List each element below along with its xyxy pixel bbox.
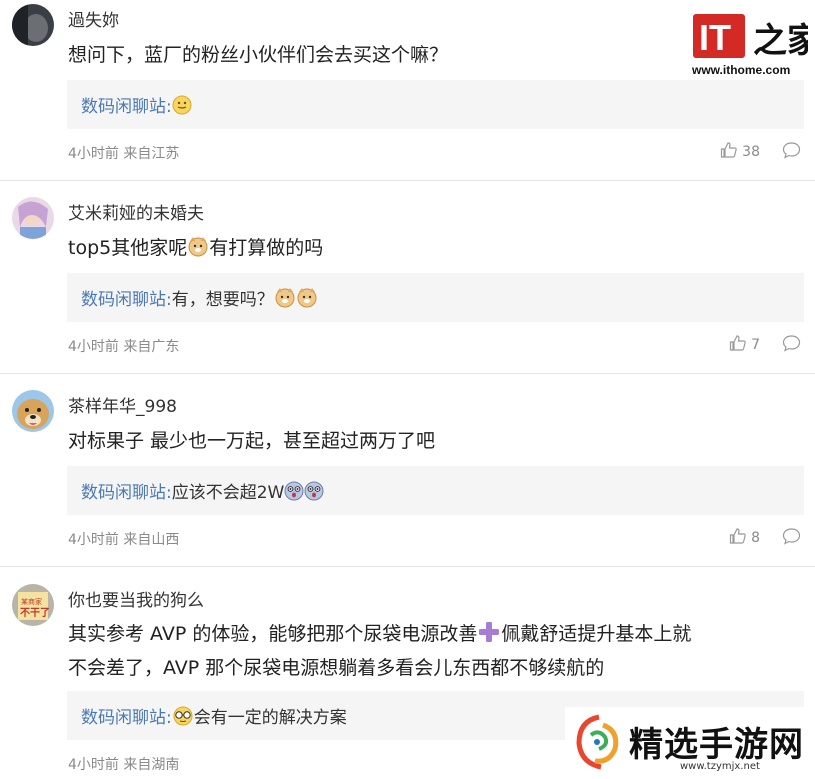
shocked-emoji bbox=[304, 481, 324, 506]
reply-author[interactable]: 数码闲聊站: bbox=[81, 290, 172, 310]
comment-text: 对标果子 最少也一万起，甚至超过两万了吧 bbox=[68, 430, 436, 452]
reply-content: 应该不会超2W bbox=[171, 483, 285, 503]
like-count: 7 bbox=[751, 337, 760, 353]
like-button[interactable]: 38 bbox=[720, 141, 760, 163]
reply-box: 数码闲聊站:应该不会超2W bbox=[67, 466, 804, 515]
reply-author[interactable]: 数码闲聊站: bbox=[81, 483, 172, 503]
reply-text: 数码闲聊站:有，想要吗？ bbox=[81, 285, 318, 313]
thumbs-up-icon bbox=[729, 527, 751, 549]
comment-time: 4小时前 bbox=[68, 532, 119, 548]
comment-text: top5其他家呢 有打算做的吗 bbox=[68, 233, 798, 267]
comment-meta: 4小时前 来自山西 bbox=[68, 529, 179, 549]
like-count: 8 bbox=[751, 530, 760, 546]
comment-text-part: 不会差了，AVP 那个尿袋电源想躺着多看会儿东西都不够续航的 bbox=[68, 657, 605, 679]
reply-author[interactable]: 数码闲聊站: bbox=[81, 97, 172, 117]
reply-button[interactable] bbox=[782, 527, 801, 549]
comment-text-part: 有打算做的吗 bbox=[209, 237, 324, 259]
smile-emoji bbox=[172, 95, 192, 120]
reply-button[interactable] bbox=[782, 141, 801, 163]
username[interactable]: 你也要当我的狗么 bbox=[68, 586, 204, 611]
reply-box: 数码闲聊站: bbox=[67, 80, 804, 129]
reply-text: 数码闲聊站:应该不会超2W bbox=[81, 478, 324, 506]
avatar[interactable] bbox=[12, 4, 54, 46]
comment-location: 来自湖南 bbox=[123, 757, 180, 773]
thumbs-up-icon bbox=[729, 334, 751, 356]
comment-text: 其实参考 AVP 的体验，能够把那个尿袋电源改善 佩戴舒适提升基本上就 不会差了，… bbox=[68, 619, 798, 684]
username[interactable]: 艾米莉娅的未婚夫 bbox=[68, 199, 204, 224]
comment-text-part: 其实参考 AVP 的体验，能够把那个尿袋电源改善 bbox=[68, 623, 478, 645]
swirl-logo-icon bbox=[569, 711, 627, 779]
site-title: 精选手游网 bbox=[629, 725, 804, 765]
svg-text:不干了: 不干了 bbox=[20, 607, 50, 619]
avatar[interactable] bbox=[12, 390, 54, 432]
comment-text-part: top5其他家呢 bbox=[68, 237, 188, 259]
plus-emoji bbox=[477, 621, 501, 653]
comment-time: 4小时前 bbox=[68, 757, 119, 773]
divider bbox=[0, 180, 815, 181]
reply-content: 有，想要吗？ bbox=[171, 290, 274, 310]
divider bbox=[0, 566, 815, 567]
comment-text-part: 佩戴舒适提升基本上就 bbox=[501, 623, 692, 645]
comment-location: 来自山西 bbox=[123, 532, 180, 548]
doge-emoji bbox=[274, 286, 296, 313]
comment-text: 想问下，蓝厂的粉丝小伙伴们会去买这个嘛？ bbox=[68, 44, 449, 66]
comment-location: 来自江苏 bbox=[123, 146, 180, 162]
thumbs-up-icon bbox=[720, 141, 742, 163]
speech-bubble-icon bbox=[782, 527, 801, 549]
speech-bubble-icon bbox=[782, 334, 801, 356]
doge-emoji bbox=[187, 235, 209, 267]
svg-text:某商家: 某商家 bbox=[21, 597, 42, 606]
username[interactable]: 茶样年华_998 bbox=[68, 392, 177, 417]
comment-meta: 4小时前 来自广东 bbox=[68, 336, 179, 356]
comment-location: 来自广东 bbox=[123, 339, 180, 355]
comment-meta: 4小时前 来自湖南 bbox=[68, 754, 179, 774]
like-button[interactable]: 7 bbox=[729, 334, 760, 356]
speech-bubble-icon bbox=[782, 141, 801, 163]
like-count: 38 bbox=[742, 144, 760, 160]
reply-content: 会有一定的解决方案 bbox=[193, 708, 347, 728]
divider bbox=[0, 373, 815, 374]
avatar[interactable] bbox=[12, 197, 54, 239]
like-button[interactable]: 8 bbox=[729, 527, 760, 549]
reply-box: 数码闲聊站:有，想要吗？ bbox=[67, 273, 804, 322]
reply-text: 数码闲聊站: 会有一定的解决方案 bbox=[81, 703, 347, 731]
comment-actions: 7 bbox=[729, 335, 801, 355]
site-watermark: 精选手游网 www.tzymjx.net bbox=[565, 707, 815, 779]
avatar[interactable]: 某商家 不干了 bbox=[12, 584, 54, 626]
reply-text: 数码闲聊站: bbox=[81, 92, 192, 120]
comment-meta: 4小时前 来自江苏 bbox=[68, 143, 179, 163]
comment-actions: 8 bbox=[729, 528, 801, 548]
reply-button[interactable] bbox=[782, 334, 801, 356]
reply-author[interactable]: 数码闲聊站: bbox=[81, 708, 172, 728]
comment-time: 4小时前 bbox=[68, 339, 119, 355]
glasses-emoji bbox=[172, 706, 194, 731]
comment-actions: 38 bbox=[720, 142, 801, 162]
username[interactable]: 過失妳 bbox=[68, 6, 119, 31]
doge-emoji bbox=[296, 286, 318, 313]
comment-time: 4小时前 bbox=[68, 146, 119, 162]
shocked-emoji bbox=[284, 481, 304, 506]
site-url: www.tzymjx.net bbox=[680, 761, 760, 772]
